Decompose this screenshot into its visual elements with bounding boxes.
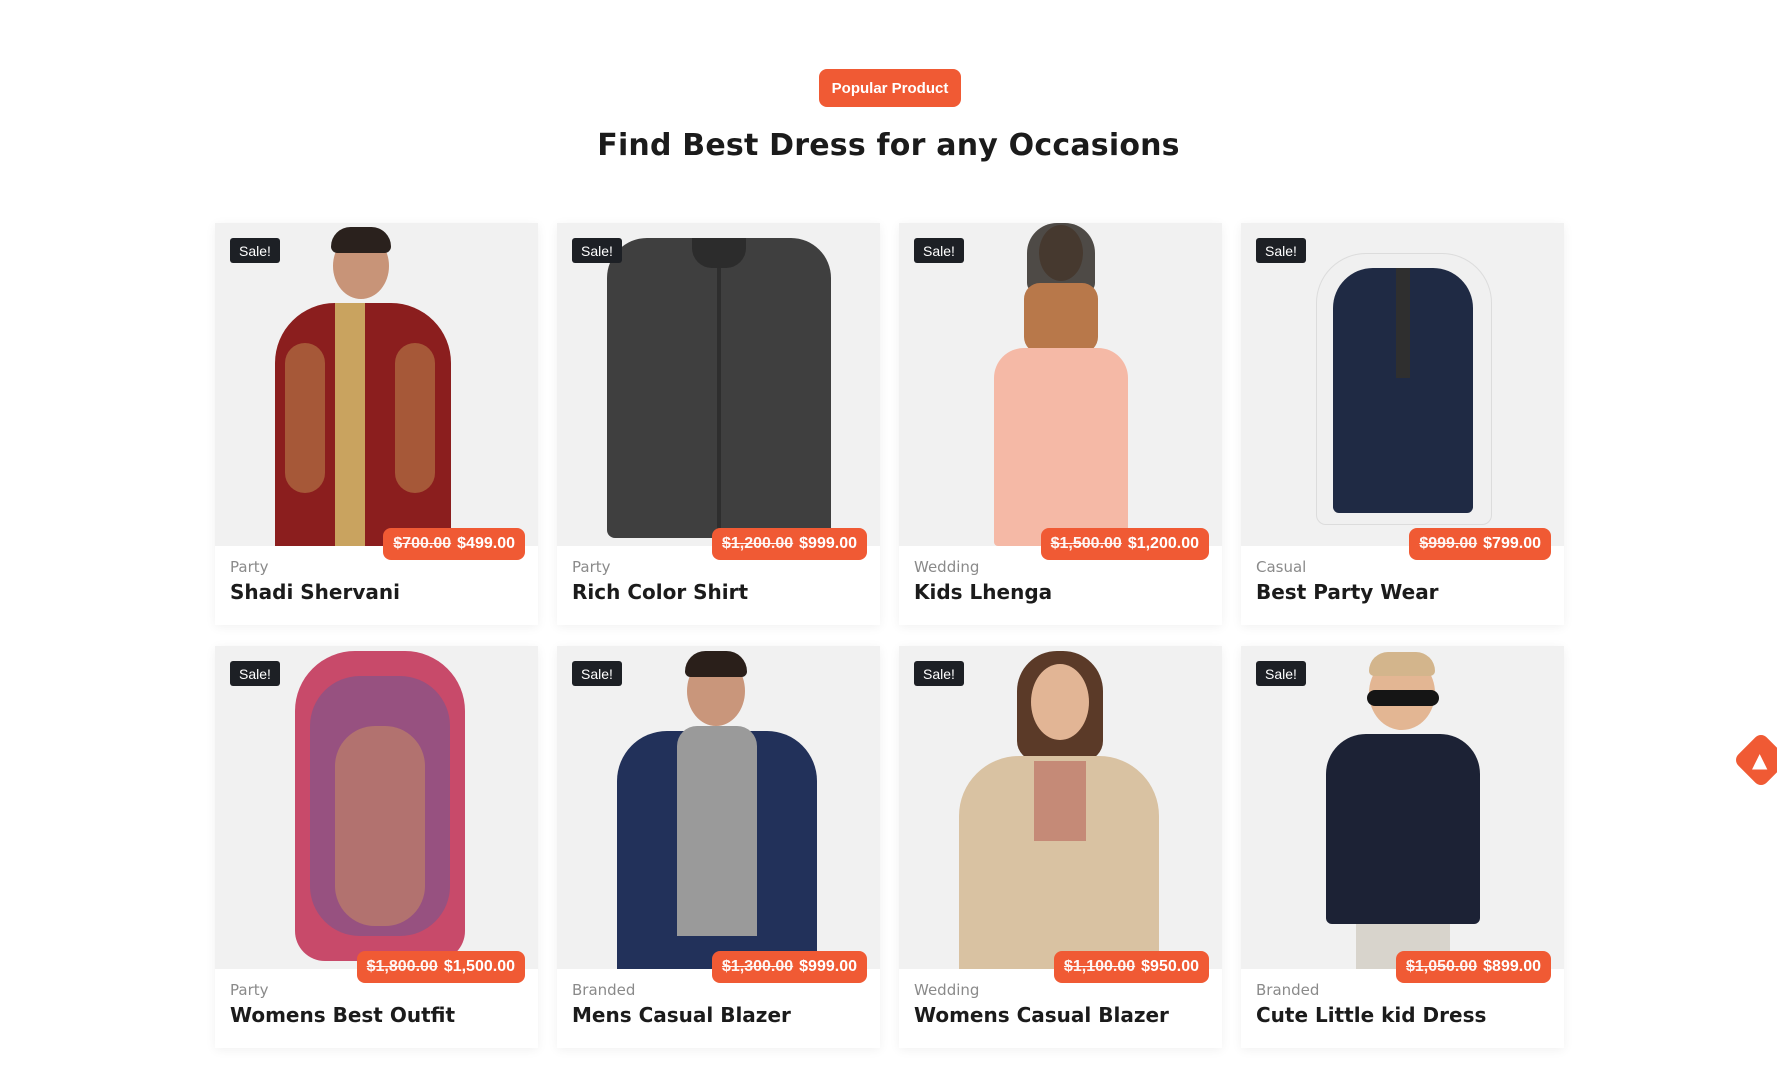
sale-badge: Sale!: [914, 661, 964, 686]
current-price: $499.00: [457, 535, 515, 552]
price-badge: $1,500.00 $1,200.00: [1040, 528, 1209, 560]
product-image[interactable]: [557, 223, 880, 546]
product-card[interactable]: Sale! $1,050.00 $899.00 Branded Cute Lit…: [1241, 646, 1564, 1048]
current-price: $999.00: [799, 958, 857, 975]
product-category[interactable]: Branded: [1256, 981, 1319, 999]
product-name[interactable]: Shadi Shervani: [230, 580, 400, 604]
old-price: $1,300.00: [721, 958, 794, 975]
old-price: $1,200.00: [721, 535, 794, 552]
section-title: Find Best Dress for any Occasions: [597, 128, 1180, 163]
price-badge: $1,800.00 $1,500.00: [356, 951, 525, 983]
current-price: $999.00: [799, 535, 857, 552]
current-price: $1,500.00: [443, 958, 515, 975]
price-badge: $700.00 $499.00: [383, 528, 525, 560]
rocket-icon: ▲: [1752, 748, 1768, 772]
old-price: $1,100.00: [1063, 958, 1136, 975]
product-name[interactable]: Rich Color Shirt: [572, 580, 748, 604]
price-badge: $999.00 $799.00: [1409, 528, 1551, 560]
product-image[interactable]: [557, 646, 880, 969]
old-price: $700.00: [393, 535, 452, 552]
sale-badge: Sale!: [914, 238, 964, 263]
product-category[interactable]: Casual: [1256, 558, 1306, 576]
sale-badge: Sale!: [1256, 238, 1306, 263]
product-name[interactable]: Womens Casual Blazer: [914, 1003, 1169, 1027]
product-card[interactable]: Sale! $999.00 $799.00 Casual Best Party …: [1241, 223, 1564, 625]
popular-product-tag: Popular Product: [819, 69, 961, 107]
product-category[interactable]: Wedding: [914, 981, 979, 999]
product-image[interactable]: [899, 646, 1222, 969]
price-badge: $1,050.00 $899.00: [1395, 951, 1551, 983]
sale-badge: Sale!: [572, 238, 622, 263]
product-card[interactable]: Sale! $700.00 $499.00 Party Shadi Sherva…: [215, 223, 538, 625]
product-category[interactable]: Branded: [572, 981, 635, 999]
product-category[interactable]: Party: [230, 981, 269, 999]
product-image[interactable]: [1241, 646, 1564, 969]
product-name[interactable]: Cute Little kid Dress: [1256, 1003, 1486, 1027]
product-name[interactable]: Womens Best Outfit: [230, 1003, 455, 1027]
product-name[interactable]: Mens Casual Blazer: [572, 1003, 791, 1027]
product-category[interactable]: Party: [572, 558, 611, 576]
product-name[interactable]: Kids Lhenga: [914, 580, 1052, 604]
product-category[interactable]: Wedding: [914, 558, 979, 576]
sale-badge: Sale!: [230, 238, 280, 263]
sale-badge: Sale!: [572, 661, 622, 686]
product-category[interactable]: Party: [230, 558, 269, 576]
product-card[interactable]: Sale! $1,500.00 $1,200.00 Wedding Kids L…: [899, 223, 1222, 625]
price-badge: $1,300.00 $999.00: [711, 951, 867, 983]
product-image[interactable]: [215, 646, 538, 969]
old-price: $1,800.00: [366, 958, 438, 975]
price-badge: $1,100.00 $950.00: [1053, 951, 1209, 983]
product-card[interactable]: Sale! $1,800.00 $1,500.00 Party Womens B…: [215, 646, 538, 1048]
product-card[interactable]: Sale! $1,300.00 $999.00 Branded Mens Cas…: [557, 646, 880, 1048]
product-card[interactable]: Sale! $1,200.00 $999.00 Party Rich Color…: [557, 223, 880, 625]
old-price: $1,050.00: [1405, 958, 1478, 975]
old-price: $999.00: [1419, 535, 1478, 552]
current-price: $899.00: [1483, 958, 1541, 975]
product-name[interactable]: Best Party Wear: [1256, 580, 1439, 604]
product-image[interactable]: [899, 223, 1222, 546]
sale-badge: Sale!: [230, 661, 280, 686]
current-price: $950.00: [1141, 958, 1199, 975]
current-price: $799.00: [1483, 535, 1541, 552]
product-card[interactable]: Sale! $1,100.00 $950.00 Wedding Womens C…: [899, 646, 1222, 1048]
sale-badge: Sale!: [1256, 661, 1306, 686]
current-price: $1,200.00: [1127, 535, 1199, 552]
old-price: $1,500.00: [1050, 535, 1122, 552]
product-image[interactable]: [1241, 223, 1564, 546]
product-image[interactable]: [215, 223, 538, 546]
price-badge: $1,200.00 $999.00: [711, 528, 867, 560]
